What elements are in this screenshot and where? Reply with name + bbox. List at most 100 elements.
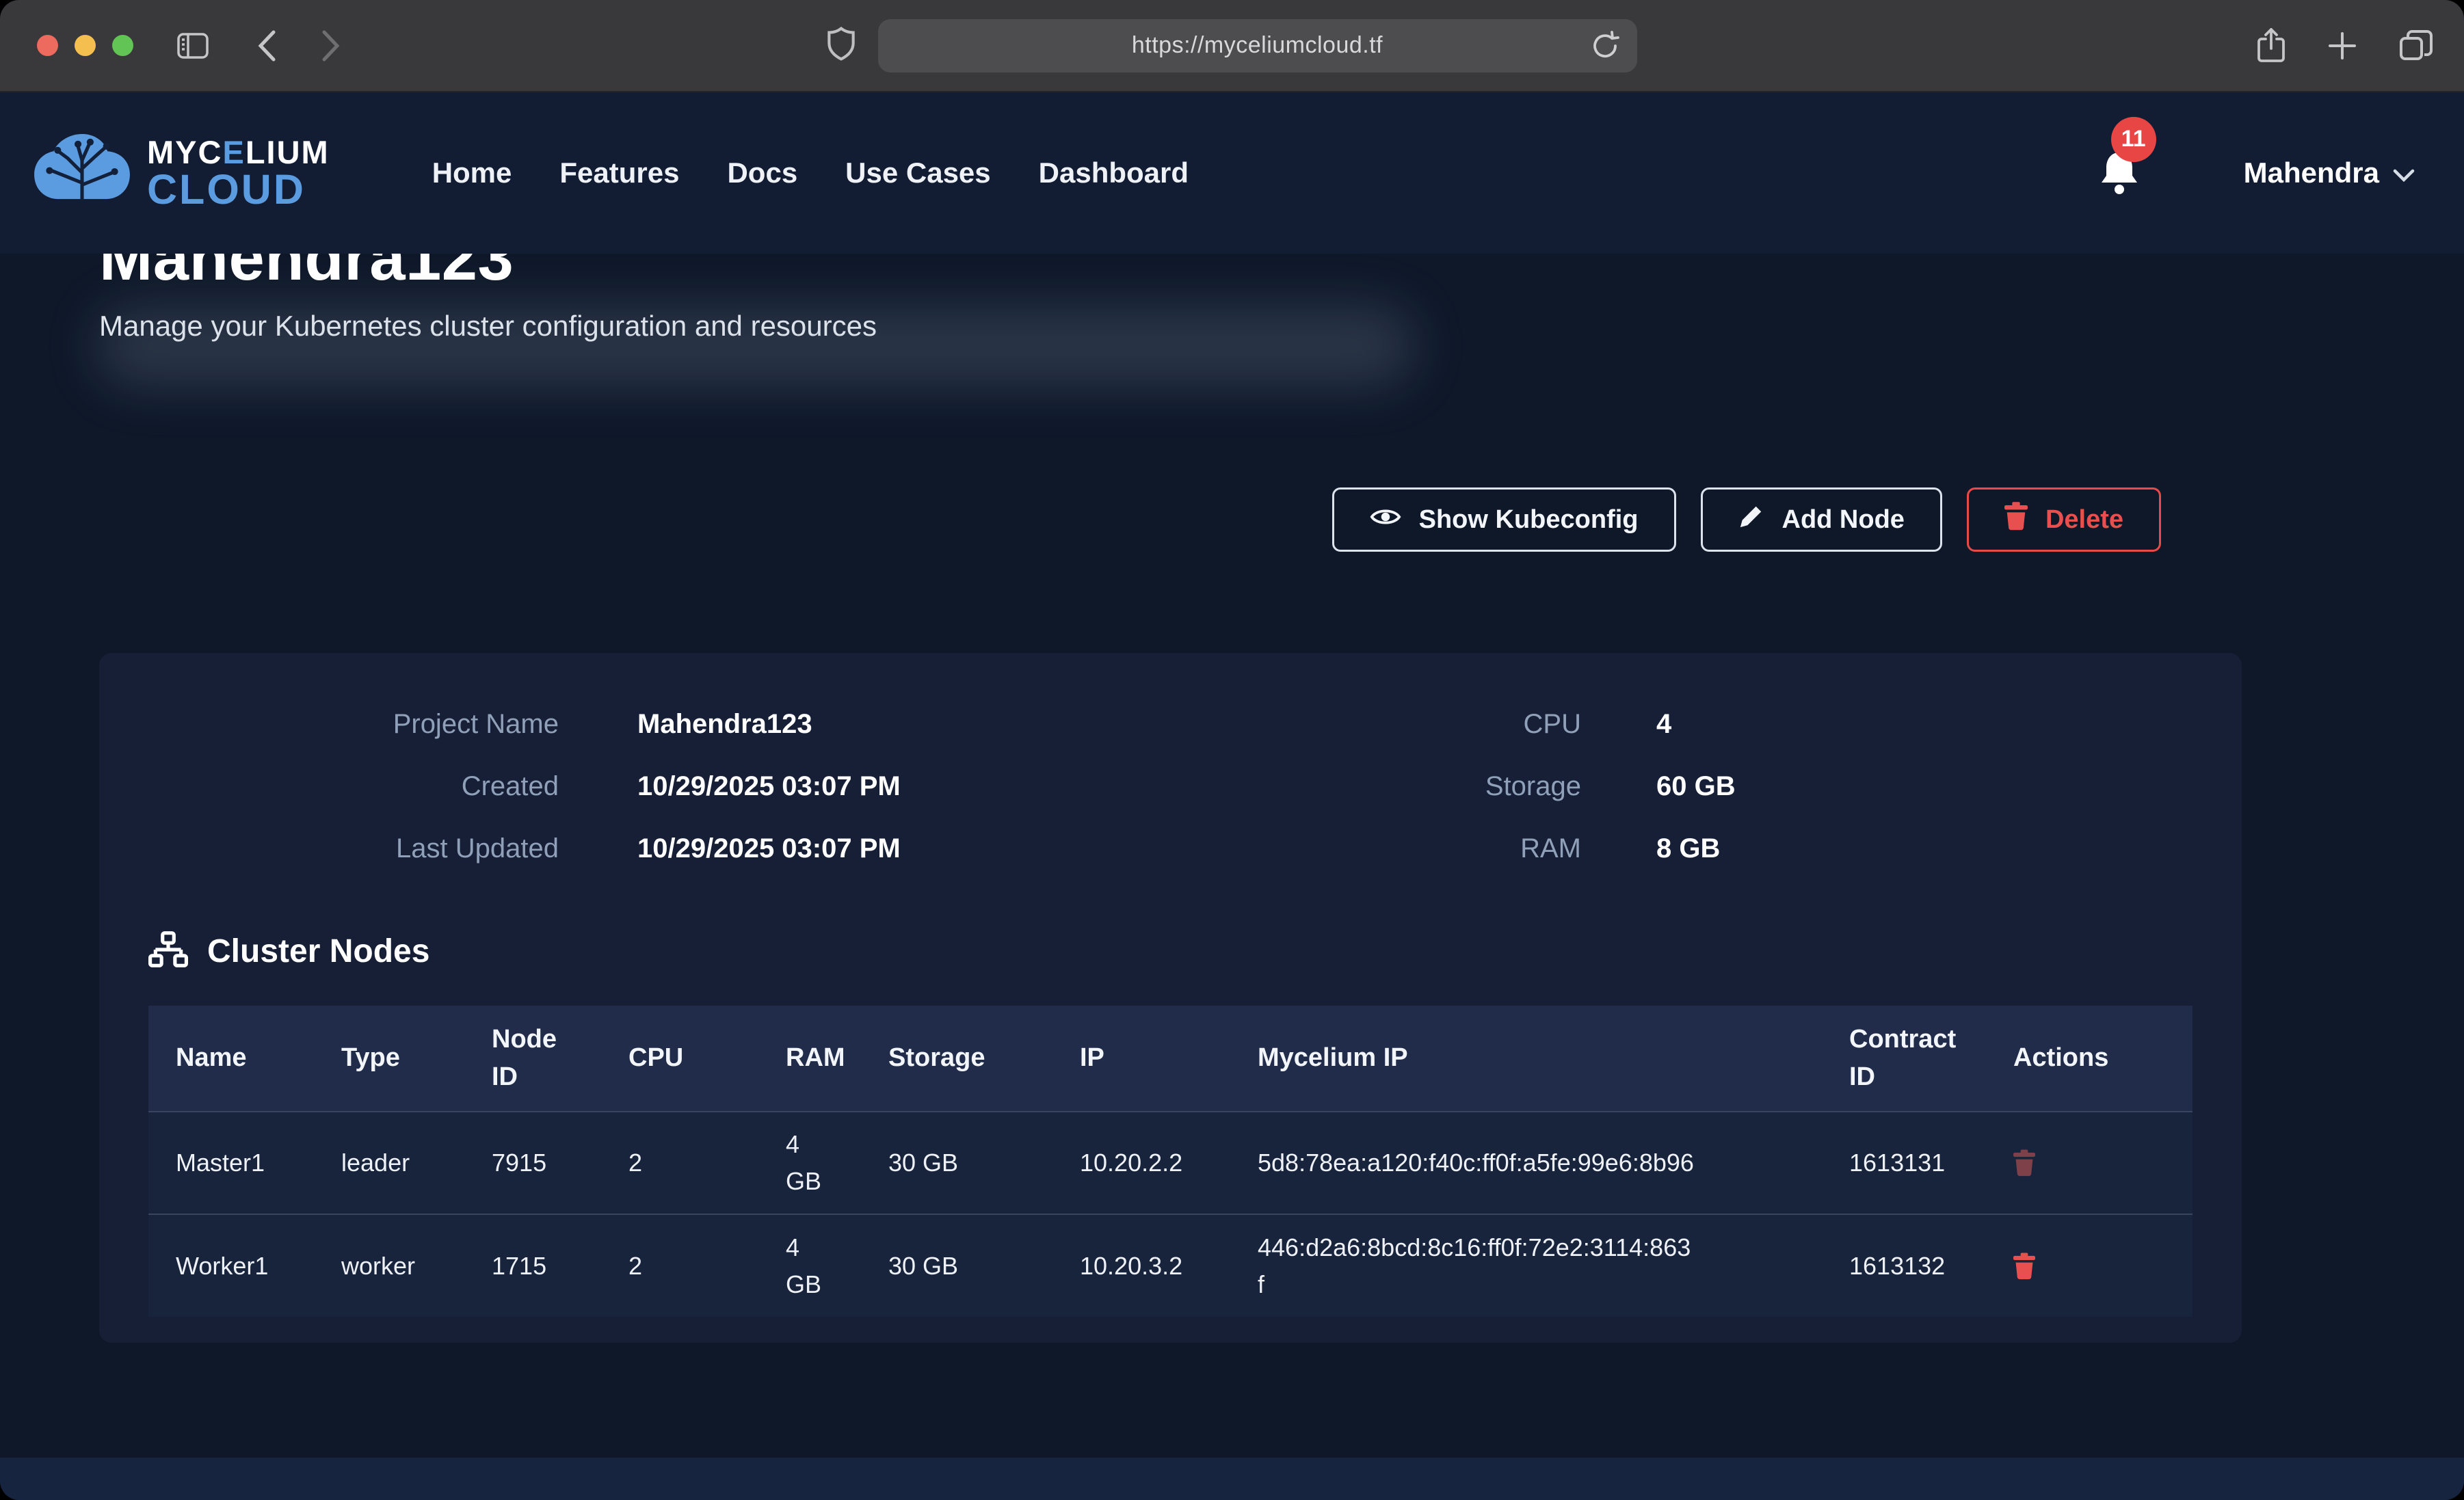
eye-icon [1370,505,1401,535]
cell-name: Master1 [148,1112,314,1214]
delete-node-button[interactable] [2013,1149,2035,1177]
cell-contract-id: 1613131 [1822,1112,1986,1214]
cluster-info-card: Project Name Mahendra123 Created 10/29/2… [99,653,2242,1343]
project-name-value: Mahendra123 [637,709,1345,740]
cell-storage: 30 GB [861,1112,1052,1214]
col-header-storage: Storage [861,1006,1052,1112]
cell-node-id: 1715 [464,1214,601,1317]
nav-item-dashboard[interactable]: Dashboard [1039,157,1189,189]
page-title-clip: Mahendra123 [99,254,2365,292]
cell-type: worker [314,1214,464,1317]
chevron-down-icon [2393,157,2415,189]
forward-icon[interactable] [321,29,341,62]
cell-cpu: 2 [601,1112,758,1214]
back-icon[interactable] [256,29,277,62]
close-window-button[interactable] [37,35,58,56]
new-tab-icon[interactable] [2327,31,2357,61]
pencil-icon [1738,503,1764,536]
last-updated-value: 10/29/2025 03:07 PM [637,833,1345,864]
col-header-name: Name [148,1006,314,1112]
mycelium-cloud-logo[interactable]: MYCELIUM CLOUD [31,130,330,217]
info-label: CPU [1345,709,1581,740]
info-label: Last Updated [148,833,559,864]
nav-links: Home Features Docs Use Cases Dashboard [432,157,1189,189]
app-navbar: MYCELIUM CLOUD Home Features Docs Use Ca… [0,92,2464,254]
col-header-actions: Actions [1986,1006,2193,1112]
nav-item-use-cases[interactable]: Use Cases [845,157,990,189]
col-header-type: Type [314,1006,464,1112]
cell-ram: 4 GB [758,1112,861,1214]
table-row: Worker1 worker 1715 2 4 GB 30 GB 10.20.3… [148,1214,2193,1317]
bell-icon [2097,188,2141,198]
browser-window: https://myceliumcloud.tf [0,0,2464,1500]
minimize-window-button[interactable] [75,35,96,56]
info-label: Project Name [148,709,559,740]
show-kubeconfig-button[interactable]: Show Kubeconfig [1332,487,1676,552]
privacy-shield-icon [827,27,855,64]
col-header-ip: IP [1052,1006,1230,1112]
info-label: RAM [1345,833,1581,864]
info-label: Storage [1345,771,1581,802]
refresh-icon[interactable] [1591,30,1619,62]
share-icon[interactable] [2257,28,2285,64]
col-header-mycelium-ip: Mycelium IP [1230,1006,1822,1112]
tab-overview-icon[interactable] [2400,30,2433,62]
footer-band [0,1458,2464,1500]
fullscreen-window-button[interactable] [112,35,133,56]
traffic-lights [37,35,133,56]
project-info: Project Name Mahendra123 Created 10/29/2… [148,709,2193,864]
table-header-row: Name Type Node ID CPU RAM Storage IP Myc… [148,1006,2193,1112]
add-node-button[interactable]: Add Node [1701,487,1942,552]
created-value: 10/29/2025 03:07 PM [637,771,1345,802]
delete-cluster-button[interactable]: Delete [1967,487,2161,552]
cell-contract-id: 1613132 [1822,1214,1986,1317]
cluster-actions: Show Kubeconfig Add Node Delete [99,487,2365,552]
sidebar-toggle-icon[interactable] [177,33,209,59]
cpu-value: 4 [1656,709,2193,740]
cell-ip: 10.20.2.2 [1052,1112,1230,1214]
delete-node-button[interactable] [2013,1253,2035,1280]
col-header-node-id: Node ID [464,1006,601,1112]
table-row: Master1 leader 7915 2 4 GB 30 GB 10.20.2… [148,1112,2193,1214]
col-header-contract-id: Contract ID [1822,1006,1986,1112]
project-info-right: CPU 4 Storage 60 GB RAM 8 GB [1345,709,2193,864]
notifications-button[interactable]: 11 [2097,148,2141,198]
cloud-tree-logo-icon [31,130,133,217]
cell-ip: 10.20.3.2 [1052,1214,1230,1317]
url-text: https://myceliumcloud.tf [1132,32,1383,59]
page-subtitle: Manage your Kubernetes cluster configura… [99,310,2365,343]
cell-mycelium-ip: 446:d2a6:8bcd:8c16:ff0f:72e2:3114:863f [1230,1214,1822,1317]
logo-wordmark: MYCELIUM CLOUD [147,135,330,211]
cluster-nodes-table: Name Type Node ID CPU RAM Storage IP Myc… [148,1006,2193,1317]
cell-cpu: 2 [601,1214,758,1317]
page-title: Mahendra123 [99,254,2365,292]
cluster-nodes-heading: Cluster Nodes [148,931,2193,972]
cluster-detail-page: Mahendra123 Manage your Kubernetes clust… [0,254,2464,1343]
navbar-right: 11 Mahendra [2097,148,2415,198]
cell-name: Worker1 [148,1214,314,1317]
ram-value: 8 GB [1656,833,2193,864]
storage-value: 60 GB [1656,771,2193,802]
page-viewport: MYCELIUM CLOUD Home Features Docs Use Ca… [0,92,2464,1500]
nav-item-home[interactable]: Home [432,157,512,189]
user-menu[interactable]: Mahendra [2244,157,2415,189]
nav-item-features[interactable]: Features [559,157,679,189]
cluster-nodes-title: Cluster Nodes [207,933,429,970]
notification-badge: 11 [2111,117,2156,162]
col-header-cpu: CPU [601,1006,758,1112]
cell-node-id: 7915 [464,1112,601,1214]
cell-actions [1986,1112,2193,1214]
trash-icon [2004,502,2028,537]
cell-type: leader [314,1112,464,1214]
project-info-left: Project Name Mahendra123 Created 10/29/2… [148,709,1345,864]
cell-storage: 30 GB [861,1214,1052,1317]
browser-chrome: https://myceliumcloud.tf [0,0,2464,92]
address-bar[interactable]: https://myceliumcloud.tf [878,19,1637,72]
user-name: Mahendra [2244,157,2379,189]
info-label: Created [148,771,559,802]
nav-item-docs[interactable]: Docs [727,157,797,189]
cell-mycelium-ip: 5d8:78ea:a120:f40c:ff0f:a5fe:99e6:8b96 [1230,1112,1822,1214]
cell-ram: 4 GB [758,1214,861,1317]
cell-actions [1986,1214,2193,1317]
network-nodes-icon [148,931,188,972]
